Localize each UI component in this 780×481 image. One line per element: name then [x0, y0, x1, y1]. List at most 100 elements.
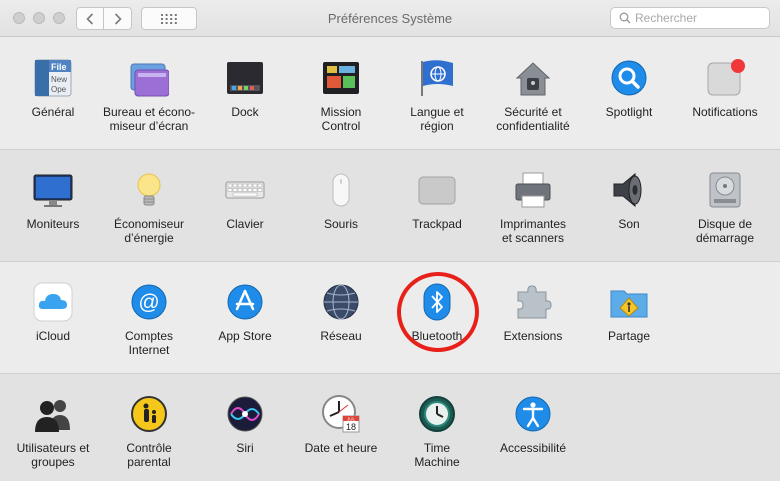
flag-globe-icon — [417, 58, 457, 98]
svg-text:New: New — [51, 75, 67, 84]
pref-label: Spotlight — [605, 105, 653, 119]
dock-icon — [225, 58, 265, 98]
search-input[interactable] — [635, 11, 755, 25]
pref-label: Utilisateurs et groupes — [16, 441, 90, 469]
titlebar: Préférences Système — [0, 0, 780, 37]
calendar-month: JUL — [347, 416, 355, 421]
pref-label: Langue et région — [410, 105, 464, 133]
pref-label: Time Machine — [414, 441, 460, 469]
users-icon — [33, 394, 73, 434]
desktop-screensaver-icon — [129, 58, 169, 98]
keyboard-icon — [225, 170, 265, 210]
pref-parental-controls[interactable]: Contrôle parental — [101, 384, 197, 469]
preferences-row-internet: iCloud @ Comptes Internet App Store Rése… — [0, 262, 780, 374]
pref-label: Clavier — [226, 217, 264, 231]
pref-spotlight[interactable]: Spotlight — [581, 48, 677, 119]
pref-energy-saver[interactable]: Économiseur d’énergie — [101, 160, 197, 245]
pref-notifications[interactable]: Notifications — [677, 48, 773, 119]
pref-network[interactable]: Réseau — [293, 272, 389, 343]
at-sign-icon: @ — [129, 282, 169, 322]
preferences-row-hardware: Moniteurs Économiseur d’énergie Clavier … — [0, 150, 780, 262]
pref-extensions[interactable]: Extensions — [485, 272, 581, 343]
svg-text:Ope: Ope — [51, 85, 67, 94]
pref-label: Réseau — [320, 329, 362, 343]
pref-label: Imprimantes et scanners — [499, 217, 567, 245]
puzzle-icon — [513, 282, 553, 322]
speaker-icon — [609, 170, 649, 210]
pref-mission-control[interactable]: Mission Control — [293, 48, 389, 133]
pref-language-region[interactable]: Langue et région — [389, 48, 485, 133]
pref-label: Dock — [231, 105, 259, 119]
pref-sharing[interactable]: Partage — [581, 272, 677, 343]
preferences-row-personal: File New Ope Général Bureau et écono- mi… — [0, 38, 780, 150]
pref-users-groups[interactable]: Utilisateurs et groupes — [5, 384, 101, 469]
trackpad-icon — [417, 170, 457, 210]
pref-internet-accounts[interactable]: @ Comptes Internet — [101, 272, 197, 357]
pref-label: Accessibilité — [499, 441, 567, 455]
system-preferences-window: Préférences Système File New Ope G — [0, 0, 780, 481]
sharing-folder-icon — [609, 282, 649, 322]
pref-dock[interactable]: Dock — [197, 48, 293, 119]
general-icon: File New Ope — [33, 58, 73, 98]
pref-keyboard[interactable]: Clavier — [197, 160, 293, 231]
pref-label: Comptes Internet — [124, 329, 174, 357]
mouse-icon — [321, 170, 361, 210]
pref-time-machine[interactable]: Time Machine — [389, 384, 485, 469]
pref-label: Bureau et écono- miseur d’écran — [102, 105, 196, 133]
preferences-row-system: Utilisateurs et groupes Contrôle parenta… — [0, 374, 780, 481]
pref-label: Mission Control — [320, 105, 362, 133]
pref-label: Contrôle parental — [126, 441, 172, 469]
time-machine-icon — [417, 394, 457, 434]
pref-label: Trackpad — [412, 217, 462, 231]
parental-control-icon — [129, 394, 169, 434]
house-lock-icon — [513, 58, 553, 98]
bluetooth-highlight-annotation — [397, 272, 479, 352]
pref-printers-scanners[interactable]: Imprimantes et scanners — [485, 160, 581, 245]
search-field[interactable] — [610, 7, 770, 29]
calendar-day: 18 — [346, 422, 356, 432]
pref-displays[interactable]: Moniteurs — [5, 160, 101, 231]
pref-label: Son — [618, 217, 640, 231]
clock-calendar-icon: JUL 18 — [321, 394, 361, 434]
network-globe-icon — [321, 282, 361, 322]
pref-icloud[interactable]: iCloud — [5, 272, 101, 343]
pref-label: App Store — [218, 329, 272, 343]
pref-label: iCloud — [35, 329, 71, 343]
magnifier-icon — [609, 58, 649, 98]
pref-date-time[interactable]: JUL 18 Date et heure — [293, 384, 389, 455]
mission-control-icon — [321, 58, 361, 98]
pref-app-store[interactable]: App Store — [197, 272, 293, 343]
pref-label: Économiseur d’énergie — [113, 217, 185, 245]
monitor-icon — [33, 170, 73, 210]
pref-label: Disque de démarrage — [695, 217, 755, 245]
printer-icon — [513, 170, 553, 210]
lightbulb-icon — [129, 170, 169, 210]
siri-icon — [225, 394, 265, 434]
pref-label: Général — [31, 105, 75, 119]
svg-text:@: @ — [138, 291, 159, 314]
icloud-icon — [33, 282, 73, 322]
pref-label: Partage — [607, 329, 651, 343]
search-icon — [619, 12, 631, 24]
pref-label: Moniteurs — [26, 217, 80, 231]
pref-desktop-screensaver[interactable]: Bureau et écono- miseur d’écran — [101, 48, 197, 133]
app-store-icon — [225, 282, 265, 322]
pref-label: Souris — [323, 217, 358, 231]
pref-mouse[interactable]: Souris — [293, 160, 389, 231]
hard-drive-icon — [705, 170, 745, 210]
pref-label: Siri — [236, 441, 254, 455]
pref-trackpad[interactable]: Trackpad — [389, 160, 485, 231]
pref-siri[interactable]: Siri — [197, 384, 293, 455]
accessibility-icon — [513, 394, 553, 434]
pref-label: Date et heure — [304, 441, 378, 455]
pref-label: Sécurité et confidentialité — [496, 105, 570, 133]
svg-text:File: File — [51, 62, 67, 72]
pref-startup-disk[interactable]: Disque de démarrage — [677, 160, 773, 245]
notifications-icon — [705, 58, 745, 98]
pref-label: Notifications — [692, 105, 758, 119]
pref-label: Extensions — [503, 329, 563, 343]
pref-security-privacy[interactable]: Sécurité et confidentialité — [485, 48, 581, 133]
pref-general[interactable]: File New Ope Général — [5, 48, 101, 119]
pref-accessibility[interactable]: Accessibilité — [485, 384, 581, 455]
pref-sound[interactable]: Son — [581, 160, 677, 231]
